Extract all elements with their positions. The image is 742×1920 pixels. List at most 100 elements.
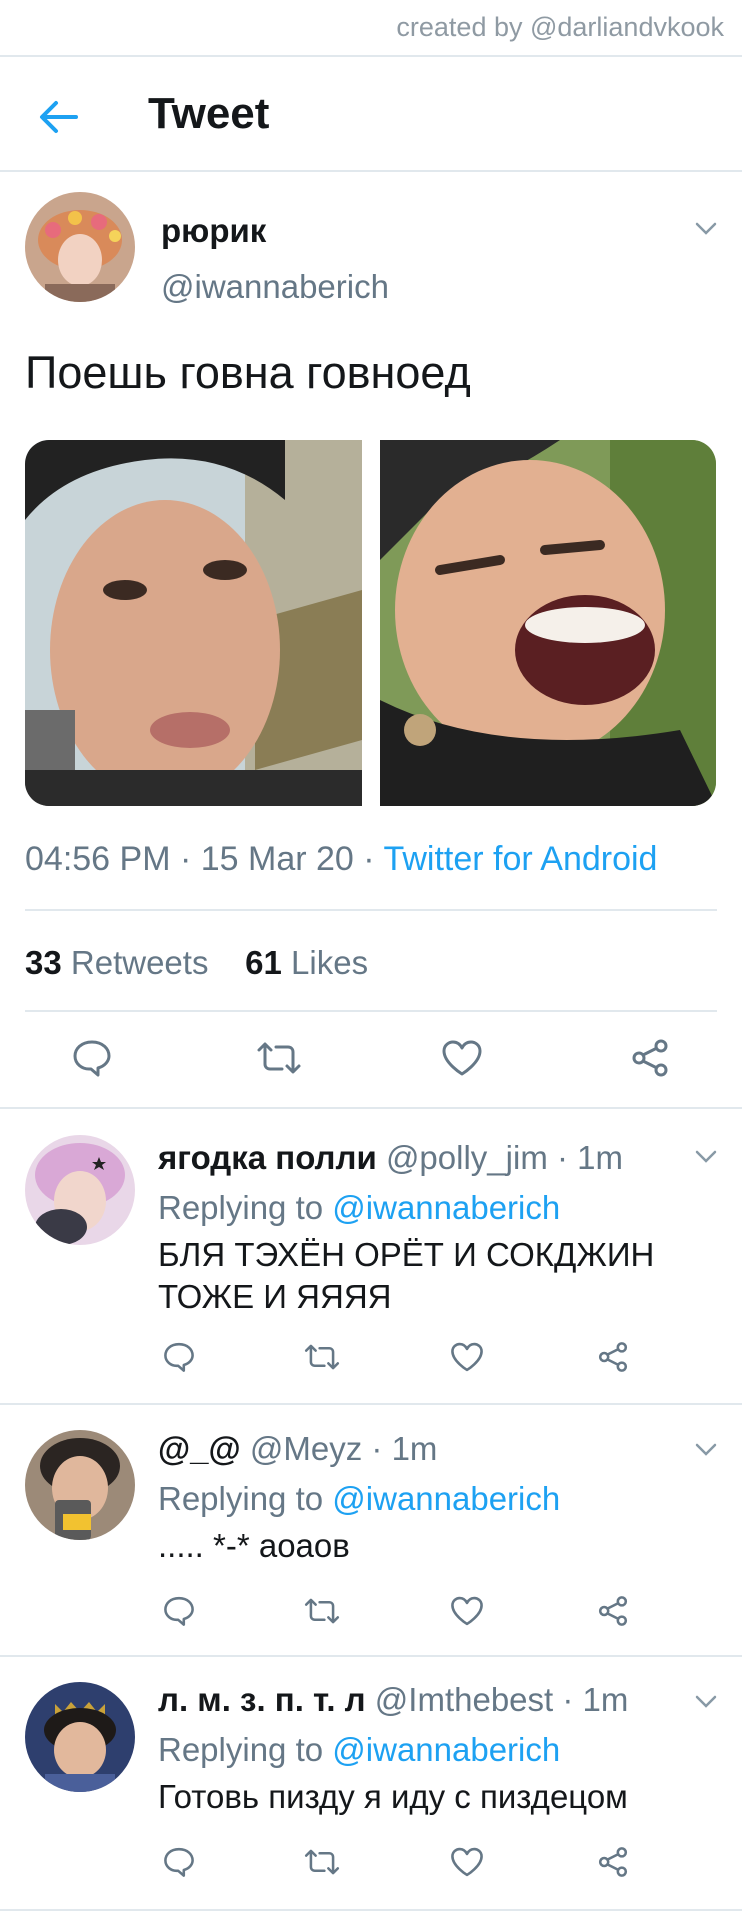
like-button[interactable]: [434, 1030, 490, 1086]
reply-author-name[interactable]: @_@: [158, 1430, 241, 1467]
chevron-down-icon: [695, 1443, 717, 1457]
reply-time-separator: ·: [553, 1681, 583, 1718]
like-button[interactable]: [444, 1839, 490, 1885]
replying-prefix: Replying to: [158, 1731, 324, 1768]
likes-label: Likes: [291, 944, 369, 981]
reply-text: БЛЯ ТЭХЁН ОРЁТ И СОКДЖИН ТОЖЕ И ЯЯЯЯ: [158, 1236, 655, 1315]
share-button[interactable]: [590, 1839, 636, 1885]
arrow-left-icon: [38, 100, 78, 134]
share-icon: [596, 1595, 630, 1627]
replying-to: Replying to @iwannaberich: [158, 1731, 560, 1769]
reply-button[interactable]: [64, 1030, 120, 1086]
avatar[interactable]: [25, 1682, 135, 1792]
author-handle[interactable]: @iwannaberich: [161, 268, 389, 306]
reply-actions: [0, 1839, 742, 1899]
reply-tweet[interactable]: @_@ @Meyz · 1m Replying to @iwannaberich…: [0, 1405, 742, 1655]
reply-button[interactable]: [156, 1334, 202, 1380]
main-tweet: рюрик @iwannaberich Поешь говна говноед: [0, 172, 742, 1107]
retweet-button[interactable]: [299, 1334, 345, 1380]
reply-author-name[interactable]: ягодка полли: [158, 1139, 377, 1176]
meta-separator: ·: [170, 840, 201, 878]
likes-stat[interactable]: 61 Likes: [245, 944, 368, 981]
heart-icon: [450, 1341, 484, 1373]
tweet-photo-2[interactable]: [379, 440, 716, 806]
reply-text: Готовь пизду я иду с пиздецом: [158, 1778, 628, 1815]
reply-header: л. м. з. п. т. л @Imthebest · 1m: [158, 1681, 628, 1719]
reply-bubble-icon: [162, 1341, 196, 1373]
meta-separator: ·: [353, 840, 384, 878]
reply-author-handle[interactable]: @polly_jim: [386, 1139, 548, 1176]
retweet-button[interactable]: [299, 1588, 345, 1634]
chevron-down-icon: [695, 1695, 717, 1709]
tweet-meta: 04:56 PM · 15 Mar 20 · Twitter for Andro…: [25, 840, 657, 879]
avatar[interactable]: [25, 1135, 135, 1245]
reply-bubble-icon: [162, 1595, 196, 1627]
share-icon: [596, 1846, 630, 1878]
watermark-text: created by @darliandvkook: [396, 12, 724, 42]
retweet-icon: [303, 1342, 341, 1372]
author-name[interactable]: рюрик: [161, 212, 266, 250]
heart-icon: [450, 1846, 484, 1878]
retweet-icon: [303, 1596, 341, 1626]
tweet-photo-1[interactable]: [25, 440, 362, 806]
replying-mention-link[interactable]: @iwannaberich: [332, 1480, 560, 1517]
section-divider: [0, 1909, 742, 1911]
more-options-button[interactable]: [686, 214, 726, 244]
reply-time-separator: ·: [547, 1139, 578, 1176]
reply-more-button[interactable]: [686, 1142, 726, 1172]
stats-divider: [25, 1010, 717, 1012]
retweets-stat[interactable]: 33 Retweets: [25, 944, 208, 981]
back-button[interactable]: [30, 93, 86, 141]
tweet-text: Поешь говна говноед: [25, 347, 471, 398]
reply-actions: [0, 1334, 742, 1394]
tweet-actions: [0, 1030, 742, 1090]
share-button[interactable]: [590, 1334, 636, 1380]
reply-tweet[interactable]: ягодка полли @polly_jim · 1m Replying to…: [0, 1109, 742, 1403]
retweets-label: Retweets: [70, 944, 209, 981]
reply-author-name[interactable]: л. м. з. п. т. л: [158, 1681, 366, 1718]
reply-time: 1m: [391, 1430, 438, 1467]
avatar[interactable]: [25, 192, 135, 302]
retweet-button[interactable]: [299, 1839, 345, 1885]
tweet-source-link[interactable]: Twitter for Android: [383, 840, 657, 878]
like-button[interactable]: [444, 1588, 490, 1634]
avatar[interactable]: [25, 1430, 135, 1540]
replying-mention-link[interactable]: @iwannaberich: [332, 1731, 560, 1768]
app-header: Tweet: [0, 57, 742, 172]
retweet-button[interactable]: [251, 1030, 307, 1086]
reply-author-handle[interactable]: @Meyz: [250, 1430, 362, 1467]
reply-button[interactable]: [156, 1839, 202, 1885]
reply-tweet[interactable]: л. м. з. п. т. л @Imthebest · 1m Replyin…: [0, 1657, 742, 1909]
reply-button[interactable]: [156, 1588, 202, 1634]
replying-mention-link[interactable]: @iwannaberich: [332, 1189, 560, 1226]
reply-time: 1m: [577, 1139, 623, 1176]
share-icon: [629, 1038, 671, 1078]
reply-actions: [0, 1588, 742, 1648]
replying-to: Replying to @iwannaberich: [158, 1480, 560, 1518]
reply-bubble-icon: [162, 1846, 196, 1878]
tweet-date: 15 Mar 20: [200, 840, 354, 878]
replying-prefix: Replying to: [158, 1480, 324, 1517]
like-button[interactable]: [444, 1334, 490, 1380]
share-button[interactable]: [622, 1030, 678, 1086]
share-button[interactable]: [590, 1588, 636, 1634]
replying-prefix: Replying to: [158, 1189, 324, 1226]
likes-count: 61: [245, 944, 282, 981]
replying-to: Replying to @iwannaberich: [158, 1189, 560, 1227]
reply-text: ..... *-* аоаов: [158, 1527, 350, 1564]
chevron-down-icon: [695, 222, 717, 236]
share-icon: [596, 1341, 630, 1373]
reply-more-button[interactable]: [686, 1687, 726, 1717]
meta-divider: [25, 909, 717, 911]
tweet-media[interactable]: [25, 440, 716, 806]
reply-header: @_@ @Meyz · 1m: [158, 1430, 437, 1468]
reply-author-handle[interactable]: @Imthebest: [375, 1681, 553, 1718]
retweet-icon: [303, 1847, 341, 1877]
reply-time-separator: ·: [362, 1430, 392, 1467]
page-title: Tweet: [148, 89, 270, 138]
reply-more-button[interactable]: [686, 1435, 726, 1465]
reply-header: ягодка полли @polly_jim · 1m: [158, 1139, 623, 1177]
heart-icon: [450, 1595, 484, 1627]
retweet-icon: [255, 1040, 303, 1076]
reply-time: 1m: [582, 1681, 629, 1718]
